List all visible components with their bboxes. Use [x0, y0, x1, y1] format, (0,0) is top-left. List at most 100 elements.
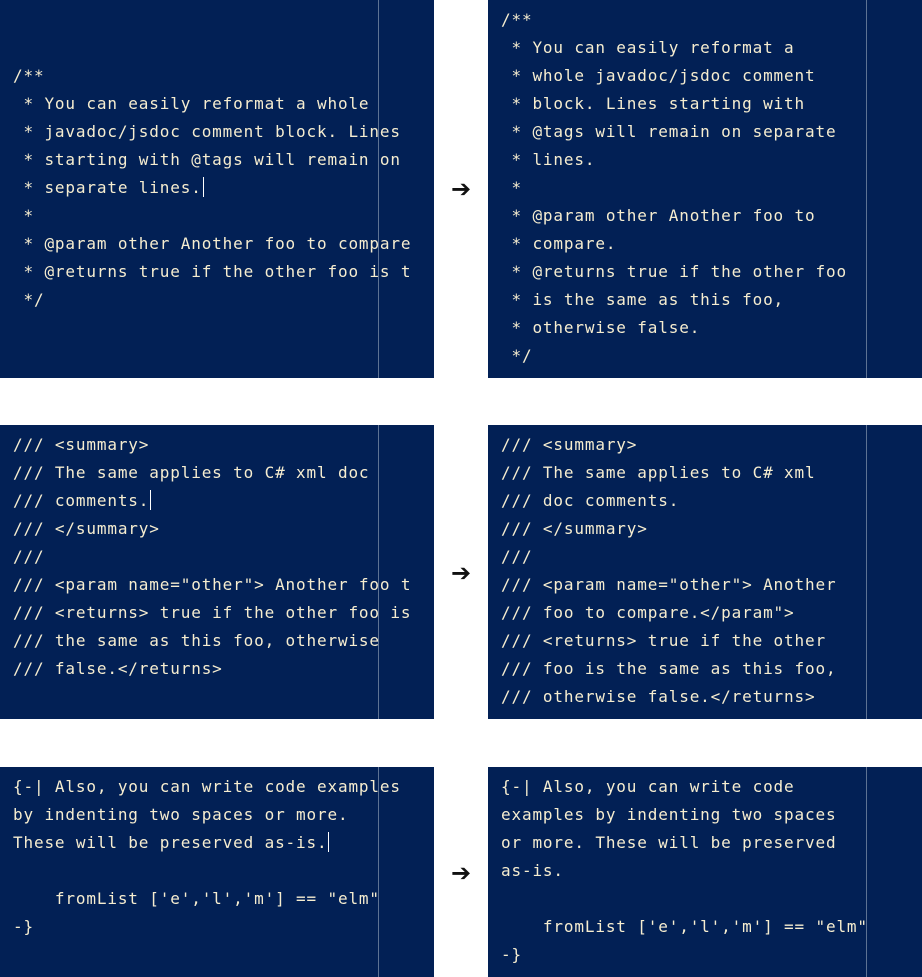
code-line-text: * starting with @tags will remain on — [13, 150, 401, 169]
code-line: -} — [501, 941, 868, 969]
code-line: * @returns true if the other foo — [501, 258, 847, 286]
code-line: or more. These will be preserved — [501, 829, 868, 857]
code-line: /// </summary> — [501, 515, 836, 543]
code-line-text: /// <param name="other"> Another foo t — [13, 575, 412, 594]
code-line: * separate lines. — [13, 174, 411, 202]
code-line-text: /// The same applies to C# xml doc — [13, 463, 370, 482]
arrow-right-icon: ➔ — [450, 859, 472, 887]
code-line-text: as-is. — [501, 861, 564, 880]
code-line-text: * @tags will remain on separate — [501, 122, 837, 141]
code-line-text: -} — [501, 945, 522, 964]
code-line-text: /// <returns> true if the other — [501, 631, 826, 650]
code-line-text: * — [13, 206, 34, 225]
code-line: /// <param name="other"> Another foo t — [13, 571, 411, 599]
code-line: * — [501, 174, 847, 202]
code-line-text: /** — [13, 66, 45, 85]
code-line: /// <param name="other"> Another — [501, 571, 836, 599]
code-line: fromList ['e','l','m'] == "elm" — [13, 885, 401, 913]
code-line-text: * @param other Another foo to — [501, 206, 816, 225]
code-line-text: * lines. — [501, 150, 596, 169]
before-editor-elm[interactable]: {-| Also, you can write code examples by … — [0, 767, 434, 977]
code-line-text: /// foo is the same as this foo, — [501, 659, 837, 678]
after-editor-elm[interactable]: {-| Also, you can write code examples by … — [488, 767, 922, 977]
code-line-text: * javadoc/jsdoc comment block. Lines — [13, 122, 401, 141]
code-line-text: * @returns true if the other foo is t — [13, 262, 412, 281]
wrap-column-ruler — [866, 425, 867, 719]
code-line-text: examples by indenting two spaces — [501, 805, 837, 824]
code-line: /// <summary> — [501, 431, 836, 459]
code-line-text: These will be preserved as-is. — [13, 833, 328, 852]
code-line-text: /// </summary> — [501, 519, 648, 538]
code-line-text: /// — [501, 547, 533, 566]
code-line-text: * You can easily reformat a — [501, 38, 795, 57]
code-line: /** — [501, 6, 847, 34]
code-line: {-| Also, you can write code examples — [13, 773, 401, 801]
code-block[interactable]: /// <summary> /// The same applies to C# … — [501, 431, 836, 711]
code-line: /// comments. — [13, 487, 411, 515]
code-line-text: * compare. — [501, 234, 617, 253]
code-line-text: * otherwise false. — [501, 318, 701, 337]
code-line: as-is. — [501, 857, 868, 885]
code-line-text: * @returns true if the other foo — [501, 262, 847, 281]
code-line-text: */ — [13, 290, 45, 309]
code-block[interactable]: /// <summary> /// The same applies to C# … — [13, 431, 411, 683]
code-line: /// false.</returns> — [13, 655, 411, 683]
code-line: {-| Also, you can write code — [501, 773, 868, 801]
text-cursor — [150, 490, 152, 510]
code-line-text: * You can easily reformat a whole — [13, 94, 370, 113]
code-line-text: * whole javadoc/jsdoc comment — [501, 66, 816, 85]
code-line: /// The same applies to C# xml — [501, 459, 836, 487]
code-line: by indenting two spaces or more. — [13, 801, 401, 829]
code-line: * You can easily reformat a whole — [13, 90, 411, 118]
code-line: /// The same applies to C# xml doc — [13, 459, 411, 487]
code-line: */ — [13, 286, 411, 314]
code-line: * compare. — [501, 230, 847, 258]
code-line-text: /// otherwise false.</returns> — [501, 687, 816, 706]
code-line-text: -} — [13, 917, 34, 936]
code-line-text: /** — [501, 10, 533, 29]
code-line: * @param other Another foo to — [501, 202, 847, 230]
code-line: /// foo is the same as this foo, — [501, 655, 836, 683]
code-block[interactable]: /** * You can easily reformat a whole * … — [13, 62, 411, 314]
code-line: * You can easily reformat a — [501, 34, 847, 62]
before-editor-jsdoc[interactable]: /** * You can easily reformat a whole * … — [0, 0, 434, 378]
code-line-text: /// false.</returns> — [13, 659, 223, 678]
code-line: /// otherwise false.</returns> — [501, 683, 836, 711]
code-line: /// — [501, 543, 836, 571]
code-line-text: /// the same as this foo, otherwise — [13, 631, 380, 650]
code-line: /// <returns> true if the other foo is — [13, 599, 411, 627]
code-line: * whole javadoc/jsdoc comment — [501, 62, 847, 90]
code-line: * @returns true if the other foo is t — [13, 258, 411, 286]
code-line-text: * — [501, 178, 522, 197]
code-line: * @param other Another foo to compare — [13, 230, 411, 258]
code-block[interactable]: {-| Also, you can write code examples by … — [501, 773, 868, 969]
code-line-text: by indenting two spaces or more. — [13, 805, 349, 824]
after-editor-jsdoc[interactable]: /** * You can easily reformat a * whole … — [488, 0, 922, 378]
code-line-text: * is the same as this foo, — [501, 290, 785, 309]
code-line: /// foo to compare.</param"> — [501, 599, 836, 627]
code-line-text: or more. These will be preserved — [501, 833, 837, 852]
code-line: * — [13, 202, 411, 230]
code-block[interactable]: {-| Also, you can write code examples by … — [13, 773, 401, 941]
code-line-text: {-| Also, you can write code — [501, 777, 795, 796]
arrow-right-icon: ➔ — [450, 175, 472, 203]
code-line: /// <summary> — [13, 431, 411, 459]
code-line: * block. Lines starting with — [501, 90, 847, 118]
code-line-text: {-| Also, you can write code examples — [13, 777, 401, 796]
code-line-text: */ — [501, 346, 533, 365]
code-line: * @tags will remain on separate — [501, 118, 847, 146]
code-line: /** — [13, 62, 411, 90]
code-line: * lines. — [501, 146, 847, 174]
code-line-text: /// <summary> — [501, 435, 638, 454]
text-cursor — [202, 177, 204, 197]
code-line-text: * separate lines. — [13, 178, 202, 197]
before-editor-csharp[interactable]: /// <summary> /// The same applies to C# … — [0, 425, 434, 719]
code-line-text: fromList ['e','l','m'] == "elm" — [13, 889, 380, 908]
code-line-text: /// <summary> — [13, 435, 150, 454]
after-editor-csharp[interactable]: /// <summary> /// The same applies to C# … — [488, 425, 922, 719]
code-line-text: /// doc comments. — [501, 491, 680, 510]
code-block[interactable]: /** * You can easily reformat a * whole … — [501, 6, 847, 370]
code-line: -} — [13, 913, 401, 941]
